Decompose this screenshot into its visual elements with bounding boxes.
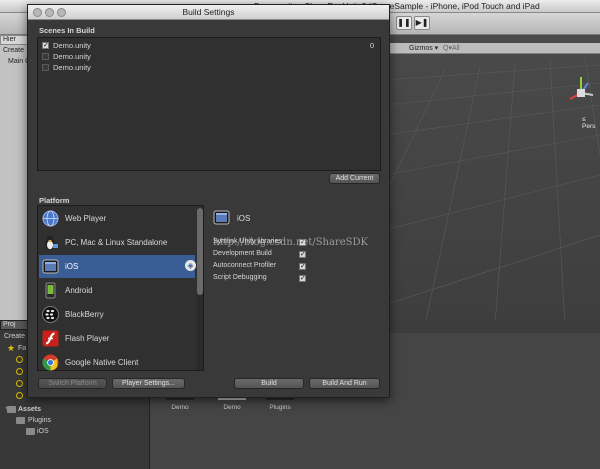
platform-item-standalone[interactable]: PC, Mac & Linux Standalone	[39, 231, 195, 254]
step-button[interactable]: ▶❚	[414, 16, 430, 30]
platform-scrollbar[interactable]	[197, 208, 203, 370]
scene-checkbox[interactable]: ✓	[42, 42, 49, 49]
favorites-label[interactable]: Fa	[18, 345, 26, 352]
saved-search-icon[interactable]	[16, 392, 23, 399]
platform-label: Google Native Client	[65, 358, 139, 367]
saved-search-icon[interactable]	[16, 356, 23, 363]
scene-gizmo-icon[interactable]	[566, 73, 596, 113]
project-tab[interactable]: Proj	[0, 320, 30, 330]
window-title-bar[interactable]: Build Settings	[28, 5, 389, 20]
platform-label: Flash Player	[65, 334, 110, 343]
player-settings-button[interactable]: Player Settings...	[112, 378, 185, 389]
option-label: Development Build	[213, 250, 272, 257]
platform-label: Android	[65, 286, 93, 295]
blackberry-icon	[42, 306, 59, 323]
flash-player-icon	[42, 330, 59, 347]
build-button[interactable]: Build	[234, 378, 304, 389]
scene-row[interactable]: Demo.unity	[40, 51, 378, 62]
saved-search-icon[interactable]	[16, 380, 23, 387]
platform-item-android[interactable]: Android	[39, 279, 195, 302]
perspective-label[interactable]: ≤ Pers	[582, 116, 600, 130]
android-phone-icon	[45, 282, 56, 299]
ios-device-icon	[42, 259, 59, 274]
folder-icon	[16, 417, 25, 424]
chrome-icon	[42, 354, 59, 371]
scene-row[interactable]: ✓ Demo.unity 0	[40, 40, 378, 51]
platform-label: Web Player	[65, 214, 107, 223]
option-checkbox[interactable]: ✓	[299, 251, 306, 258]
scene-row[interactable]: Demo.unity	[40, 62, 378, 73]
assets-folder[interactable]: Assets	[18, 406, 41, 413]
build-settings-window: Build Settings Scenes In Build ✓ Demo.un…	[27, 4, 390, 398]
platform-label: iOS	[65, 262, 79, 271]
web-player-globe-icon	[42, 210, 59, 227]
scene-search-field[interactable]: Q▾All	[443, 44, 460, 52]
pause-button[interactable]: ❚❚	[396, 16, 412, 30]
scene-toolbar: Gizmos ▾ Q▾All	[385, 43, 600, 54]
build-and-run-button[interactable]: Build And Run	[309, 378, 380, 389]
assets-tree-item[interactable]: iOS	[37, 428, 49, 435]
option-checkbox[interactable]: ✓	[299, 275, 306, 282]
scrollbar-thumb[interactable]	[197, 208, 203, 295]
window-title: Build Settings	[182, 7, 235, 17]
option-autoconnect-profiler[interactable]: Autoconnect Profiler ✓	[213, 262, 313, 273]
folder-icon	[7, 406, 16, 413]
platform-item-web-player[interactable]: Web Player	[39, 207, 195, 230]
scenes-list[interactable]: ✓ Demo.unity 0 Demo.unity Demo.unity	[37, 37, 381, 171]
favorites-star-icon: ★	[7, 343, 16, 353]
ios-device-icon	[213, 210, 230, 225]
asset-caption[interactable]: Plugins	[260, 404, 300, 411]
platform-item-google-native-client[interactable]: Google Native Client	[39, 351, 195, 374]
scene-checkbox[interactable]	[42, 64, 49, 71]
platform-item-blackberry[interactable]: BlackBerry	[39, 303, 195, 326]
scene-index: 0	[369, 41, 374, 50]
scene-name: Demo.unity	[53, 41, 91, 50]
switch-platform-button[interactable]: Switch Platform	[38, 378, 107, 389]
gizmos-dropdown[interactable]: Gizmos ▾	[409, 44, 438, 52]
hierarchy-panel: Hier Create Main C	[0, 35, 30, 320]
scenes-header: Scenes In Build	[39, 26, 95, 35]
scene-name: Demo.unity	[53, 63, 91, 72]
option-script-debugging[interactable]: Script Debugging ✓	[213, 274, 313, 285]
platform-list[interactable]: Web Player PC, Mac & Linux Standalone iO…	[37, 205, 204, 371]
folder-icon	[26, 428, 35, 435]
scene-name: Demo.unity	[53, 52, 91, 61]
unity-logo-icon: ◈	[185, 260, 196, 271]
scene-view[interactable]	[385, 35, 600, 325]
platform-settings-title: iOS	[237, 214, 251, 223]
hierarchy-tab[interactable]: Hier	[0, 35, 30, 45]
scene-checkbox[interactable]	[42, 53, 49, 60]
asset-caption[interactable]: Demo	[160, 404, 200, 411]
hierarchy-create-button[interactable]: Create	[3, 47, 24, 54]
platform-item-ios[interactable]: iOS ◈	[39, 255, 196, 278]
option-label: Autoconnect Profiler	[213, 262, 277, 269]
watermark-text: http://blog.csdn.net/ShareSDK	[213, 237, 368, 248]
platform-label: PC, Mac & Linux Standalone	[65, 238, 168, 247]
saved-search-icon[interactable]	[16, 368, 23, 375]
platform-settings-panel: iOS Symlink Unity libraries ✓ Developmen…	[213, 205, 383, 295]
platform-label: BlackBerry	[65, 310, 104, 319]
add-current-button[interactable]: Add Current	[329, 173, 380, 184]
project-create-button[interactable]: Create	[4, 333, 25, 340]
standalone-penguin-icon	[45, 235, 58, 250]
platform-header: Platform	[39, 196, 70, 205]
platform-item-flash-player[interactable]: Flash Player	[39, 327, 195, 350]
asset-caption[interactable]: Demo	[212, 404, 252, 411]
option-label: Script Debugging	[213, 274, 267, 281]
option-checkbox[interactable]: ✓	[299, 263, 306, 270]
option-development-build[interactable]: Development Build ✓	[213, 250, 313, 261]
assets-tree-item[interactable]: Plugins	[28, 417, 51, 424]
